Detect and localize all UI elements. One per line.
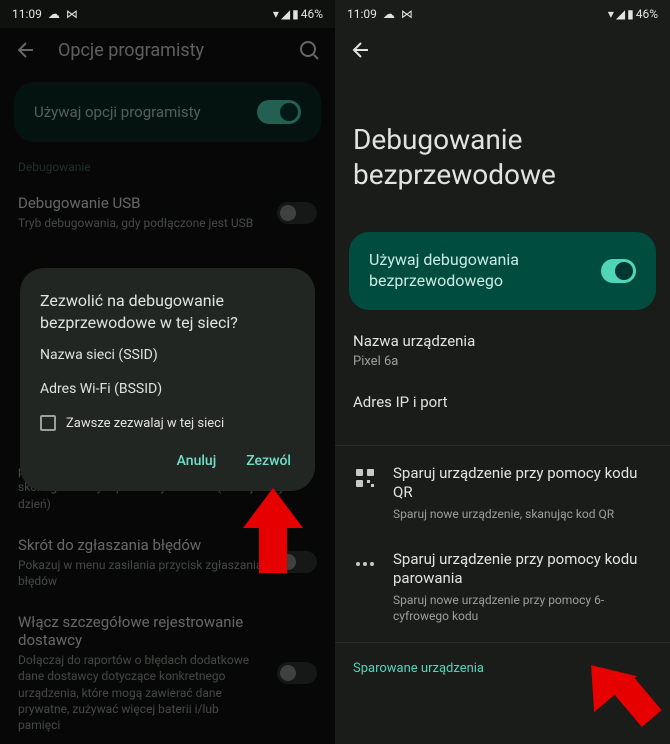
infinity-icon: ⋈ (66, 7, 78, 21)
pair-code-row[interactable]: Sparuj urządzenie przy pomocy kodu parow… (335, 536, 670, 638)
status-bar: 11:09 ☁ ⋈ ▾ ◢ ▮ 46% (0, 0, 335, 28)
wifi-icon: ▾ (608, 7, 614, 21)
status-time: 11:09 (347, 7, 377, 21)
status-bar: 11:09 ☁ ⋈ ▾ ◢ ▮ 46% (335, 0, 670, 28)
qr-code-icon (353, 466, 377, 494)
pair-code-sub: Sparuj nowe urządzenie przy pomocy 6-cyf… (393, 592, 652, 624)
device-name-value: Pixel 6a (353, 354, 652, 369)
back-icon[interactable] (349, 38, 373, 62)
always-allow-row[interactable]: Zawsze zezwalaj w tej sieci (40, 415, 295, 431)
left-screenshot: 11:09 ☁ ⋈ ▾ ◢ ▮ 46% Opcje programisty Uż… (0, 0, 335, 744)
pair-qr-title: Sparuj urządzenie przy pomocy kodu QR (393, 464, 652, 503)
signal-icon: ◢ (281, 7, 290, 21)
wireless-debug-toggle-card[interactable]: Używaj debugowania bezprzewodowego (349, 232, 656, 310)
battery-icon: ▮ (627, 7, 634, 21)
pair-qr-row[interactable]: Sparuj urządzenie przy pomocy kodu QR Sp… (335, 450, 670, 536)
battery-icon: ▮ (292, 7, 299, 21)
status-time: 11:09 (12, 7, 42, 21)
dialog-title: Zezwolić na debugowanie bezprzewodowe w … (40, 290, 295, 333)
red-arrow-annotation (243, 488, 303, 573)
battery-pct: 46% (301, 7, 323, 21)
right-screenshot: 11:09 ☁ ⋈ ▾ ◢ ▮ 46% Debugowanie bezprzew… (335, 0, 670, 744)
pairing-code-icon (353, 552, 377, 580)
always-allow-checkbox[interactable] (40, 415, 56, 431)
ip-port-label: Adres IP i port (353, 393, 652, 411)
pair-code-title: Sparuj urządzenie przy pomocy kodu parow… (393, 550, 652, 589)
infinity-icon: ⋈ (401, 7, 413, 21)
always-allow-label: Zawsze zezwalaj w tej sieci (66, 416, 224, 431)
allow-button[interactable]: Zezwól (242, 445, 295, 477)
device-name-label: Nazwa urządzenia (353, 332, 652, 350)
bssid-label: Adres Wi-Fi (BSSID) (40, 381, 295, 397)
cloud-icon: ☁ (383, 7, 395, 21)
settings-header (335, 28, 670, 72)
device-name-block[interactable]: Nazwa urządzenia Pixel 6a (335, 320, 670, 381)
signal-icon: ◢ (616, 7, 625, 21)
ip-port-block[interactable]: Adres IP i port (335, 381, 670, 441)
wireless-debug-toggle-label: Używaj debugowania bezprzewodowego (369, 250, 601, 292)
ssid-label: Nazwa sieci (SSID) (40, 347, 295, 363)
cloud-icon: ☁ (48, 7, 60, 21)
ip-port-value (353, 415, 652, 429)
wireless-debug-permission-dialog: Zezwolić na debugowanie bezprzewodowe w … (20, 268, 315, 491)
pair-qr-sub: Sparuj nowe urządzenie, skanując kod QR (393, 506, 652, 522)
cancel-button[interactable]: Anuluj (173, 445, 221, 477)
wireless-debug-switch[interactable] (601, 259, 636, 283)
divider (335, 445, 670, 446)
battery-pct: 46% (636, 7, 658, 21)
wifi-icon: ▾ (273, 7, 279, 21)
page-title: Debugowanie bezprzewodowe (335, 72, 670, 222)
